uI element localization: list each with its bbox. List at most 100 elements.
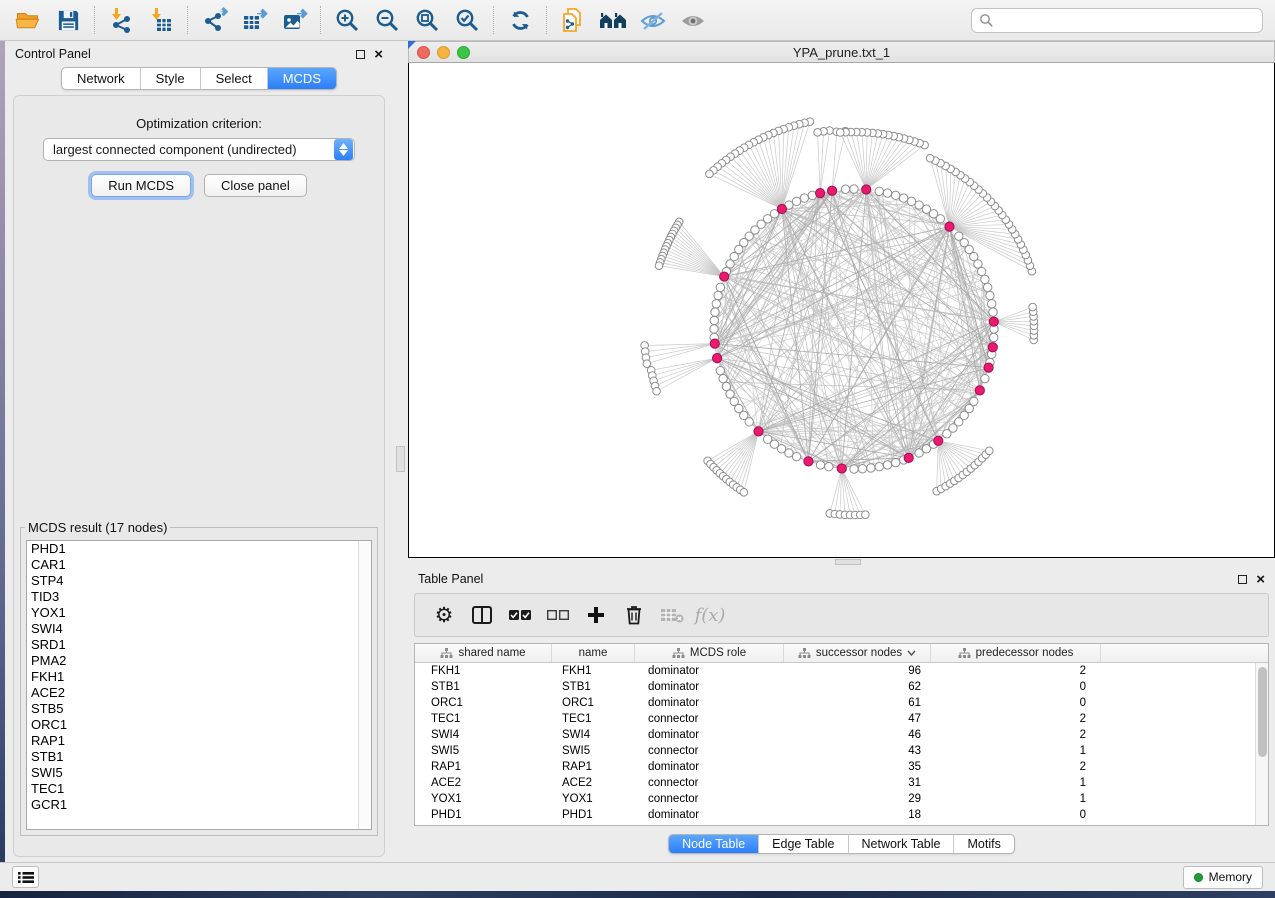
search-input[interactable] [994, 13, 1255, 27]
zoom-out-icon[interactable] [367, 3, 407, 37]
tab-select[interactable]: Select [200, 68, 267, 89]
search-field[interactable] [971, 8, 1263, 33]
mcds-result-item[interactable]: STP4 [27, 573, 371, 589]
table-row[interactable]: SWI4 SWI4 dominator 46 2 [415, 727, 1268, 743]
toolbar-separator [493, 6, 494, 34]
table-scrollbar[interactable] [1255, 663, 1268, 825]
table-scrollbar-thumb[interactable] [1258, 667, 1267, 757]
mcds-result-item[interactable]: SRD1 [27, 637, 371, 653]
open-file-icon[interactable] [8, 3, 48, 37]
column-header-shared-name[interactable]: shared name [415, 644, 552, 662]
tab-network-table[interactable]: Network Table [848, 835, 954, 853]
first-neighbors-icon[interactable] [593, 3, 633, 37]
mcds-result-item[interactable]: ACE2 [27, 685, 371, 701]
table-row[interactable]: RAP1 RAP1 dominator 35 2 [415, 759, 1268, 775]
mcds-result-list[interactable]: PHD1CAR1STP4TID3YOX1SWI4SRD1PMA2FKH1ACE2… [26, 540, 372, 830]
mcds-result-item[interactable]: STB1 [27, 749, 371, 765]
mcds-result-item[interactable]: PHD1 [27, 541, 371, 557]
mcds-result-item[interactable]: STB5 [27, 701, 371, 717]
mcds-result-item[interactable]: SWI5 [27, 765, 371, 781]
show-all-icon[interactable] [673, 3, 713, 37]
optimization-criterion-label: Optimization criterion: [14, 116, 384, 131]
delete-column-icon[interactable] [615, 598, 653, 632]
close-panel-icon[interactable]: × [1256, 575, 1265, 584]
table-row[interactable]: ACE2 ACE2 connector 31 1 [415, 775, 1268, 791]
mcds-result-item[interactable]: TID3 [27, 589, 371, 605]
mcds-result-item[interactable]: SWI4 [27, 621, 371, 637]
clone-network-icon[interactable] [553, 3, 593, 37]
show-panels-button[interactable] [12, 866, 39, 888]
focused-window-corner [408, 41, 416, 49]
control-panel-title: Control Panel [15, 47, 91, 61]
network-view-window: YPA_prune.txt_1 [408, 41, 1275, 558]
float-panel-icon[interactable] [1238, 575, 1247, 584]
add-column-icon[interactable] [577, 598, 615, 632]
table-row[interactable]: FKH1 FKH1 dominator 96 2 [415, 663, 1268, 679]
search-icon [979, 13, 994, 28]
mcds-result-item[interactable]: FKH1 [27, 669, 371, 685]
function-builder-icon: f(x) [691, 598, 729, 632]
export-table-icon[interactable] [234, 3, 274, 37]
tab-mcds[interactable]: MCDS [267, 68, 336, 89]
delete-table-icon [653, 598, 691, 632]
mcds-result-item[interactable]: TEC1 [27, 781, 371, 797]
splitter-grip[interactable] [396, 446, 405, 472]
table-row[interactable]: ORC1 ORC1 dominator 61 0 [415, 695, 1268, 711]
export-image-icon[interactable] [274, 3, 314, 37]
network-canvas[interactable] [408, 63, 1275, 558]
table-panel: Table Panel × ⚙ [408, 566, 1275, 862]
table-row[interactable]: TEC1 TEC1 connector 47 2 [415, 711, 1268, 727]
horizontal-splitter[interactable] [408, 558, 1275, 566]
mcds-result-item[interactable]: PMA2 [27, 653, 371, 669]
column-header-name[interactable]: name [552, 644, 635, 662]
save-session-icon[interactable] [48, 3, 88, 37]
zoom-in-icon[interactable] [327, 3, 367, 37]
column-header-successor-nodes[interactable]: successor nodes [784, 644, 931, 662]
toolbar-separator [187, 6, 188, 34]
memory-button[interactable]: Memory [1183, 866, 1263, 889]
close-panel-icon[interactable]: × [374, 50, 383, 59]
criterion-select[interactable]: largest connected component (undirected) [43, 138, 355, 161]
network-window-titlebar[interactable]: YPA_prune.txt_1 [408, 41, 1275, 63]
tab-node-table[interactable]: Node Table [669, 835, 758, 853]
toolbar-separator [320, 6, 321, 34]
column-header-mcds-role[interactable]: MCDS role [635, 644, 784, 662]
hide-selected-icon[interactable] [633, 3, 673, 37]
table-row[interactable]: STB1 STB1 dominator 62 0 [415, 679, 1268, 695]
close-panel-button[interactable]: Close panel [204, 174, 307, 197]
column-header-predecessor-nodes[interactable]: predecessor nodes [931, 644, 1101, 662]
deselect-all-icon[interactable] [539, 598, 577, 632]
table-row[interactable]: PHD1 PHD1 dominator 18 0 [415, 807, 1268, 823]
tab-network[interactable]: Network [62, 68, 140, 89]
float-panel-icon[interactable] [356, 50, 365, 59]
criterion-value: largest connected component (undirected) [44, 142, 334, 157]
select-all-icon[interactable] [501, 598, 539, 632]
column-visibility-icon[interactable] [463, 598, 501, 632]
table-row[interactable]: YOX1 YOX1 connector 29 1 [415, 791, 1268, 807]
tab-edge-table[interactable]: Edge Table [758, 835, 847, 853]
mcds-result-item[interactable]: YOX1 [27, 605, 371, 621]
vertical-splitter[interactable] [393, 41, 408, 862]
mcds-result-item[interactable]: RAP1 [27, 733, 371, 749]
tab-style[interactable]: Style [140, 68, 200, 89]
refresh-icon[interactable] [500, 3, 540, 37]
import-table-icon[interactable] [141, 3, 181, 37]
export-network-icon[interactable] [194, 3, 234, 37]
table-row[interactable]: SWI5 SWI5 connector 43 1 [415, 743, 1268, 759]
run-mcds-button[interactable]: Run MCDS [91, 174, 191, 197]
import-network-icon[interactable] [101, 3, 141, 37]
network-graph[interactable] [409, 63, 1274, 556]
mcds-list-scrollbar[interactable] [358, 541, 371, 829]
tab-motifs[interactable]: Motifs [953, 835, 1013, 853]
zoom-selected-icon[interactable] [447, 3, 487, 37]
mcds-result-item[interactable]: GCR1 [27, 797, 371, 813]
mcds-result-item[interactable]: ORC1 [27, 717, 371, 733]
table-header-row: shared name name MCDS role successor nod… [415, 644, 1268, 663]
mcds-result-item[interactable]: CAR1 [27, 557, 371, 573]
toolbar-separator [546, 6, 547, 34]
splitter-grip[interactable] [835, 559, 861, 565]
settings-gear-icon[interactable]: ⚙ [425, 598, 463, 632]
mcds-panel: Optimization criterion: largest connecte… [13, 95, 385, 857]
zoom-fit-icon[interactable] [407, 3, 447, 37]
control-panel: Control Panel × Network Style Select MCD… [5, 41, 393, 862]
